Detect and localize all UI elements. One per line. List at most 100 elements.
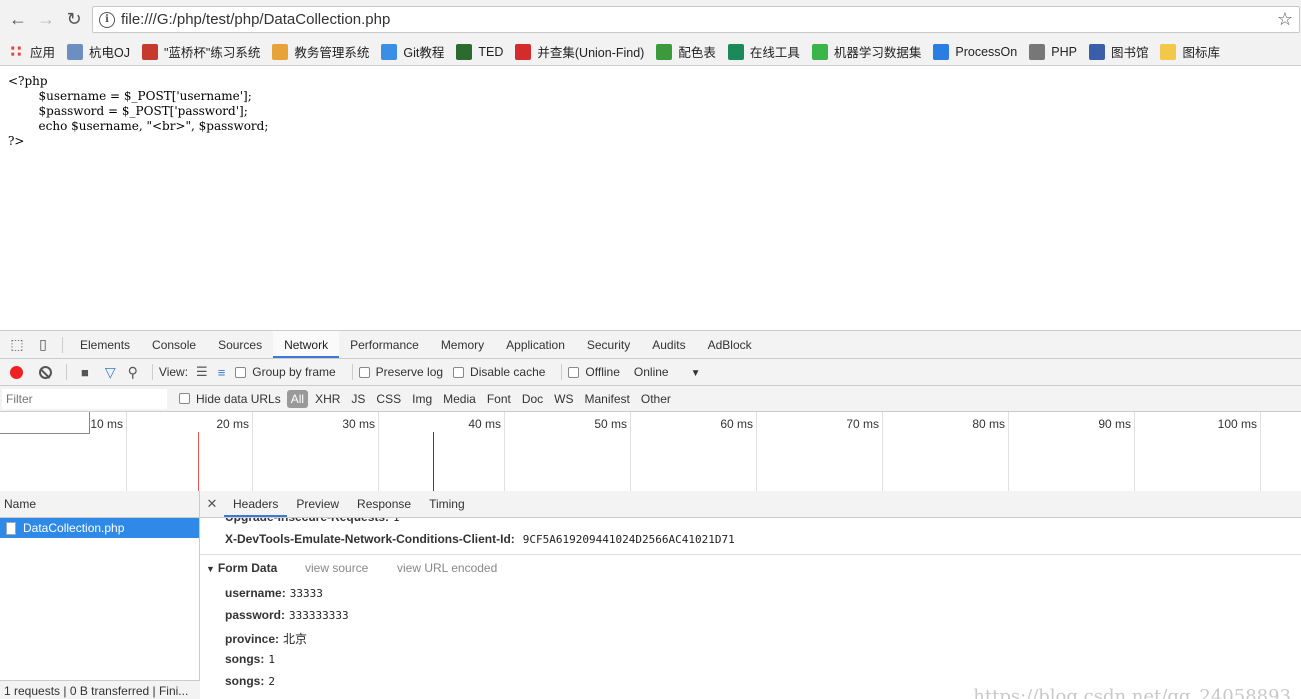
name-column-header[interactable]: Name [0, 491, 199, 518]
throttle-select[interactable]: Online ▼ [634, 365, 701, 379]
preserve-log-checkbox[interactable]: Preserve log [358, 365, 443, 379]
forward-button[interactable]: → [32, 5, 60, 33]
close-icon[interactable]: ✕ [200, 496, 224, 512]
network-lower: Name DataCollection.php 1 requests | 0 B… [0, 491, 1301, 699]
bookmark-item[interactable]: 教务管理系统 [272, 42, 369, 61]
detail-tab-response[interactable]: Response [348, 491, 420, 517]
checkbox-box[interactable] [453, 366, 465, 378]
address-bar[interactable]: i file:///G:/php/test/php/DataCollection… [92, 6, 1300, 33]
tools-icon [727, 43, 744, 60]
filter-type-xhr[interactable]: XHR [311, 392, 344, 406]
bookmark-item[interactable]: ∷ 应用 [8, 42, 55, 61]
header-value: 1 [393, 518, 400, 524]
detail-tab-headers[interactable]: Headers [224, 491, 288, 517]
bookmark-label: 应用 [30, 46, 56, 60]
devtools-panel: ⬚ ▯ Elements Console Sources Network Perform… [0, 330, 1301, 699]
tab-audits[interactable]: Audits [641, 331, 696, 358]
filter-type-media[interactable]: Media [439, 392, 480, 406]
tab-adblock[interactable]: AdBlock [697, 331, 763, 358]
search-icon[interactable]: ⚲ [128, 364, 138, 381]
tab-performance[interactable]: Performance [339, 331, 430, 358]
reload-button[interactable]: ↻ [60, 5, 88, 33]
request-name: DataCollection.php [23, 521, 125, 535]
bookmark-item[interactable]: 图标库 [1160, 42, 1220, 61]
tab-security[interactable]: Security [576, 331, 641, 358]
network-overview[interactable]: 10 ms 20 ms 30 ms 40 ms 50 ms 60 ms 70 ms 80 ms… [0, 412, 1301, 494]
filter-type-doc[interactable]: Doc [518, 392, 547, 406]
overview-tick-label: 100 ms [1217, 417, 1257, 431]
filter-type-all[interactable]: All [286, 389, 309, 408]
form-data-key: username: [225, 586, 286, 600]
bookmark-item[interactable]: 在线工具 [727, 42, 800, 61]
filter-icon[interactable]: ▽ [105, 364, 116, 381]
device-toolbar-icon[interactable]: ▯ [30, 332, 56, 358]
filter-type-img[interactable]: Img [408, 392, 436, 406]
filter-type-other[interactable]: Other [637, 392, 675, 406]
checkbox-box[interactable] [179, 393, 190, 404]
processon-icon [933, 43, 950, 60]
bookmark-item[interactable]: 杭电OJ [67, 42, 130, 61]
tab-console[interactable]: Console [141, 331, 207, 358]
detail-tab-preview[interactable]: Preview [287, 491, 348, 517]
bookmark-item[interactable]: TED [456, 43, 503, 60]
disable-cache-checkbox[interactable]: Disable cache [453, 365, 545, 379]
bookmark-label: 杭电OJ [89, 46, 130, 60]
back-button[interactable]: ← [4, 5, 32, 33]
code-line: <?php [8, 74, 48, 88]
library-icon [1088, 43, 1105, 60]
ted-icon [456, 43, 473, 60]
overview-gridline [378, 412, 379, 494]
view-source-link[interactable]: view source [305, 561, 368, 575]
cube-icon [272, 43, 289, 60]
detail-tab-timing[interactable]: Timing [420, 491, 474, 517]
bookmark-item[interactable]: 机器学习数据集 [811, 42, 921, 61]
tab-sources[interactable]: Sources [207, 331, 273, 358]
info-icon[interactable]: i [99, 11, 115, 28]
hide-data-urls-checkbox[interactable]: Hide data URLs [179, 392, 281, 406]
bookmark-item[interactable]: 图书馆 [1088, 42, 1149, 61]
capture-screenshots-icon[interactable]: ■ [81, 365, 89, 380]
waterfall-icon[interactable]: ≡ [218, 365, 226, 380]
bookmark-item[interactable]: "蓝桥杯"练习系统 [142, 42, 260, 61]
tab-memory[interactable]: Memory [430, 331, 495, 358]
filter-input[interactable] [2, 388, 167, 409]
bookmark-item[interactable]: Git教程 [381, 42, 444, 61]
tab-application[interactable]: Application [495, 331, 576, 358]
filter-type-ws[interactable]: WS [550, 392, 577, 406]
partial-header-line: Upgrade-Insecure-Requests: 1 [225, 518, 400, 524]
bookmark-label: 图标库 [1182, 46, 1220, 60]
checkbox-box[interactable] [358, 366, 370, 378]
bookmark-item[interactable]: PHP [1029, 43, 1077, 60]
bookmark-item[interactable]: ProcessOn [933, 43, 1017, 60]
bookmark-item[interactable]: 并查集(Union-Find) [515, 42, 644, 61]
request-row[interactable]: DataCollection.php [0, 518, 199, 538]
large-rows-icon[interactable]: ☰ [196, 364, 208, 380]
folder-icon [1160, 43, 1177, 60]
record-button[interactable] [10, 365, 23, 379]
bookmark-star-icon[interactable]: ☆ [1277, 9, 1293, 30]
overview-tick-label: 90 ms [1098, 417, 1131, 431]
url-text[interactable]: file:///G:/php/test/php/DataCollection.p… [121, 11, 390, 28]
filter-type-css[interactable]: CSS [372, 392, 405, 406]
filter-type-manifest[interactable]: Manifest [581, 392, 634, 406]
form-data-toggle[interactable]: ▼ Form Data [206, 561, 277, 575]
overview-tick-label: 30 ms [342, 417, 375, 431]
clear-icon[interactable] [39, 365, 52, 379]
offline-checkbox[interactable]: Offline [568, 365, 620, 379]
document-icon [6, 521, 16, 535]
filter-type-font[interactable]: Font [483, 392, 515, 406]
form-data-value: 1 [268, 653, 275, 666]
inspect-element-icon[interactable]: ⬚ [4, 332, 30, 358]
checkbox-box[interactable] [235, 366, 247, 378]
filter-type-js[interactable]: JS [347, 392, 369, 406]
group-by-frame-checkbox[interactable]: Group by frame [235, 365, 336, 379]
tab-elements[interactable]: Elements [69, 331, 141, 358]
tab-network[interactable]: Network [273, 331, 340, 358]
checkbox-box[interactable] [568, 366, 580, 378]
divider [561, 364, 563, 380]
bookmark-label: 图书馆 [1110, 46, 1149, 60]
overview-tick-label: 40 ms [468, 417, 501, 431]
bookmark-item[interactable]: 配色表 [656, 42, 716, 61]
filter-bar: Hide data URLs AllXHRJSCSSImgMediaFontDo… [0, 386, 1301, 412]
view-url-encoded-link[interactable]: view URL encoded [397, 561, 497, 575]
